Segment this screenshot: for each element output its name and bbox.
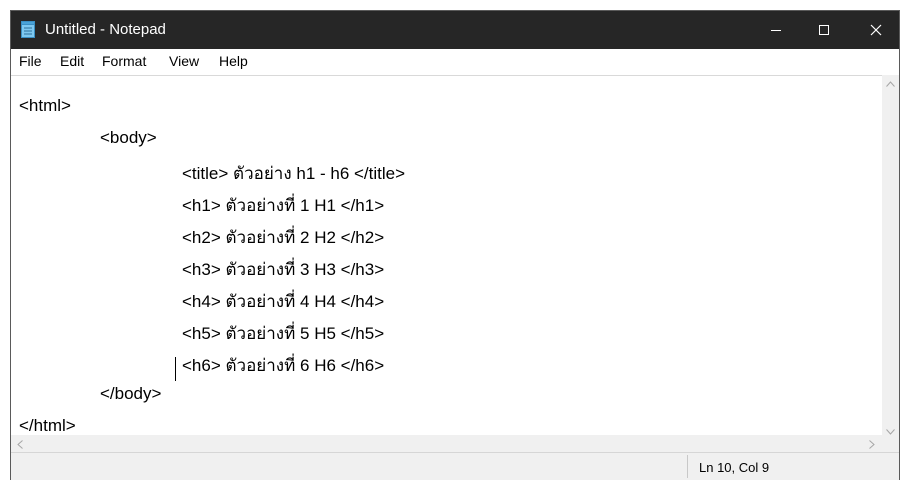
scroll-up-icon[interactable] xyxy=(886,77,895,90)
minimize-button[interactable] xyxy=(753,11,799,49)
notepad-window: Untitled - Notepad File Edit Format View… xyxy=(10,10,900,480)
menu-format[interactable]: Format xyxy=(102,53,146,69)
cursor-position: Ln 10, Col 9 xyxy=(699,460,770,475)
editor-line: <h3> ตัวอย่างที่ 3 H3 </h3> xyxy=(182,260,385,279)
maximize-icon xyxy=(818,24,830,36)
text-editor[interactable]: <html> <body> <title> ตัวอย่าง h1 - h6 <… xyxy=(11,75,882,436)
menu-view[interactable]: View xyxy=(169,53,199,69)
close-button[interactable] xyxy=(853,11,899,49)
text-caret xyxy=(175,357,176,381)
menu-bar: File Edit Format View Help xyxy=(11,49,899,73)
status-divider xyxy=(687,455,688,478)
minimize-icon xyxy=(770,24,782,36)
window-title: Untitled - Notepad xyxy=(45,21,166,38)
title-bar[interactable]: Untitled - Notepad xyxy=(11,11,899,49)
status-bar: Ln 10, Col 9 xyxy=(11,452,899,480)
editor-line: <h6> ตัวอย่างที่ 6 H6 </h6> xyxy=(182,356,385,375)
menu-help[interactable]: Help xyxy=(219,53,248,69)
menu-file[interactable]: File xyxy=(19,53,42,69)
scroll-right-icon[interactable] xyxy=(869,439,875,452)
editor-line: </body> xyxy=(100,384,162,403)
editor-line: <body> xyxy=(100,128,157,147)
editor-line: <html> xyxy=(19,96,71,115)
vertical-scrollbar[interactable] xyxy=(882,75,899,435)
editor-line: </html> xyxy=(19,416,76,435)
maximize-button[interactable] xyxy=(801,11,847,49)
horizontal-scrollbar[interactable] xyxy=(11,435,899,452)
menu-edit[interactable]: Edit xyxy=(60,53,84,69)
scroll-left-icon[interactable] xyxy=(17,439,23,452)
editor-line: <h2> ตัวอย่างที่ 2 H2 </h2> xyxy=(182,228,385,247)
editor-line: <h1> ตัวอย่างที่ 1 H1 </h1> xyxy=(182,196,385,215)
editor-line: <h4> ตัวอย่างที่ 4 H4 </h4> xyxy=(182,292,385,311)
close-icon xyxy=(870,24,882,36)
editor-line: <h5> ตัวอย่างที่ 5 H5 </h5> xyxy=(182,324,385,343)
notepad-icon xyxy=(21,21,35,38)
editor-line: <title> ตัวอย่าง h1 - h6 </title> xyxy=(182,164,406,183)
